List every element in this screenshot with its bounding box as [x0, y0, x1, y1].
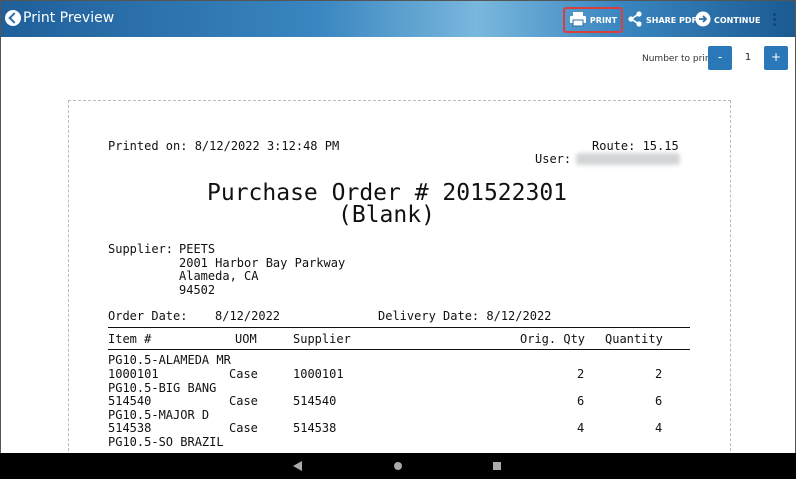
po-subtitle: (Blank)	[338, 202, 435, 228]
print-button[interactable]: PRINT	[563, 7, 623, 33]
item-name: PG10.5-SO BRAZIL	[108, 435, 224, 449]
item-supplier: 514540	[293, 394, 337, 408]
redacted-user-name	[576, 153, 680, 165]
item-quantity: 4	[655, 421, 663, 435]
number-to-print-value[interactable]: 1	[732, 46, 764, 70]
page-title: Print Preview	[23, 10, 115, 26]
item-uom: Case	[229, 367, 258, 381]
item-uom: Case	[229, 421, 258, 435]
order-date-label: Order Date:	[108, 309, 188, 323]
item-name: PG10.5-ALAMEDA MR	[108, 353, 231, 367]
print-label: PRINT	[589, 15, 618, 25]
number-to-print-label: Number to print	[642, 54, 715, 64]
nav-recents-icon[interactable]	[493, 462, 501, 470]
arrow-right-circle-icon	[695, 11, 711, 29]
number-to-print-stepper: - 1 +	[708, 46, 788, 70]
supplier-label: Supplier:	[108, 242, 174, 256]
share-pdf-label: SHARE PDF	[646, 15, 698, 25]
app-frame: Print Preview PRINT SHARE PDF CONTINUE N…	[0, 0, 796, 479]
back-arrow-icon[interactable]	[5, 10, 21, 26]
supplier-zip: 94502	[179, 283, 216, 297]
item-quantity: 6	[655, 394, 663, 408]
printed-on-text: Printed on: 8/12/2022 3:12:48 PM	[108, 139, 340, 153]
item-orig-qty: 2	[577, 367, 585, 381]
column-header-uom: UOM	[235, 332, 257, 346]
column-header-orig-qty: Orig. Qty	[520, 332, 586, 346]
item-name: PG10.5-MAJOR D	[108, 408, 210, 422]
item-supplier: 1000101	[293, 367, 344, 381]
share-pdf-button[interactable]: SHARE PDF	[627, 7, 697, 33]
item-orig-qty: 6	[577, 394, 585, 408]
printer-icon	[569, 11, 587, 29]
item-quantity: 2	[655, 367, 663, 381]
user-label: User:	[535, 152, 572, 166]
column-header-supplier: Supplier	[293, 332, 351, 346]
item-uom: Case	[229, 394, 258, 408]
column-header-quantity: Quantity	[605, 332, 663, 346]
table-header-rule	[108, 349, 690, 350]
item-number: 514538	[108, 421, 152, 435]
share-icon	[627, 11, 643, 29]
nav-home-icon[interactable]	[394, 462, 402, 470]
supplier-address-line2: Alameda, CA	[179, 269, 259, 283]
order-date-value: 8/12/2022	[215, 309, 281, 323]
continue-label: CONTINUE	[714, 15, 761, 25]
column-header-item: Item #	[108, 332, 152, 346]
item-name: PG10.5-BIG BANG	[108, 381, 217, 395]
item-number: 514540	[108, 394, 152, 408]
more-options-icon[interactable]	[773, 11, 777, 29]
item-supplier: 514538	[293, 421, 337, 435]
delivery-date: Delivery Date: 8/12/2022	[378, 309, 552, 323]
supplier-address-line1: 2001 Harbor Bay Parkway	[179, 256, 346, 270]
increment-button[interactable]: +	[764, 46, 788, 70]
item-orig-qty: 4	[577, 421, 585, 435]
item-number: 1000101	[108, 367, 159, 381]
decrement-button[interactable]: -	[708, 46, 732, 70]
supplier-name: PEETS	[179, 242, 216, 256]
top-app-bar: Print Preview PRINT SHARE PDF CONTINUE	[1, 1, 795, 37]
continue-button[interactable]: CONTINUE	[695, 7, 760, 33]
route-text: Route: 15.15	[592, 139, 679, 153]
nav-back-icon[interactable]	[293, 461, 302, 471]
table-top-rule	[108, 327, 690, 328]
